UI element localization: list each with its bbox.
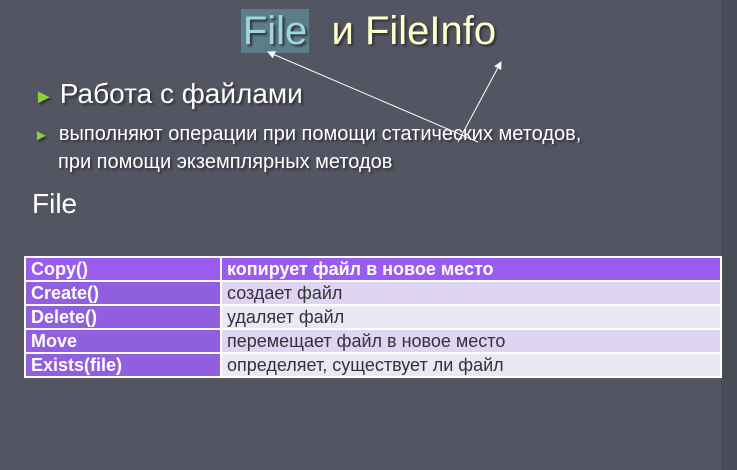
arrow-to-fileinfo [457,61,502,143]
slide: File и FileInfo ► Работа с файлами ► выпол… [0,0,737,470]
annotation-arrows [267,51,502,143]
arrow-to-file [267,51,479,143]
